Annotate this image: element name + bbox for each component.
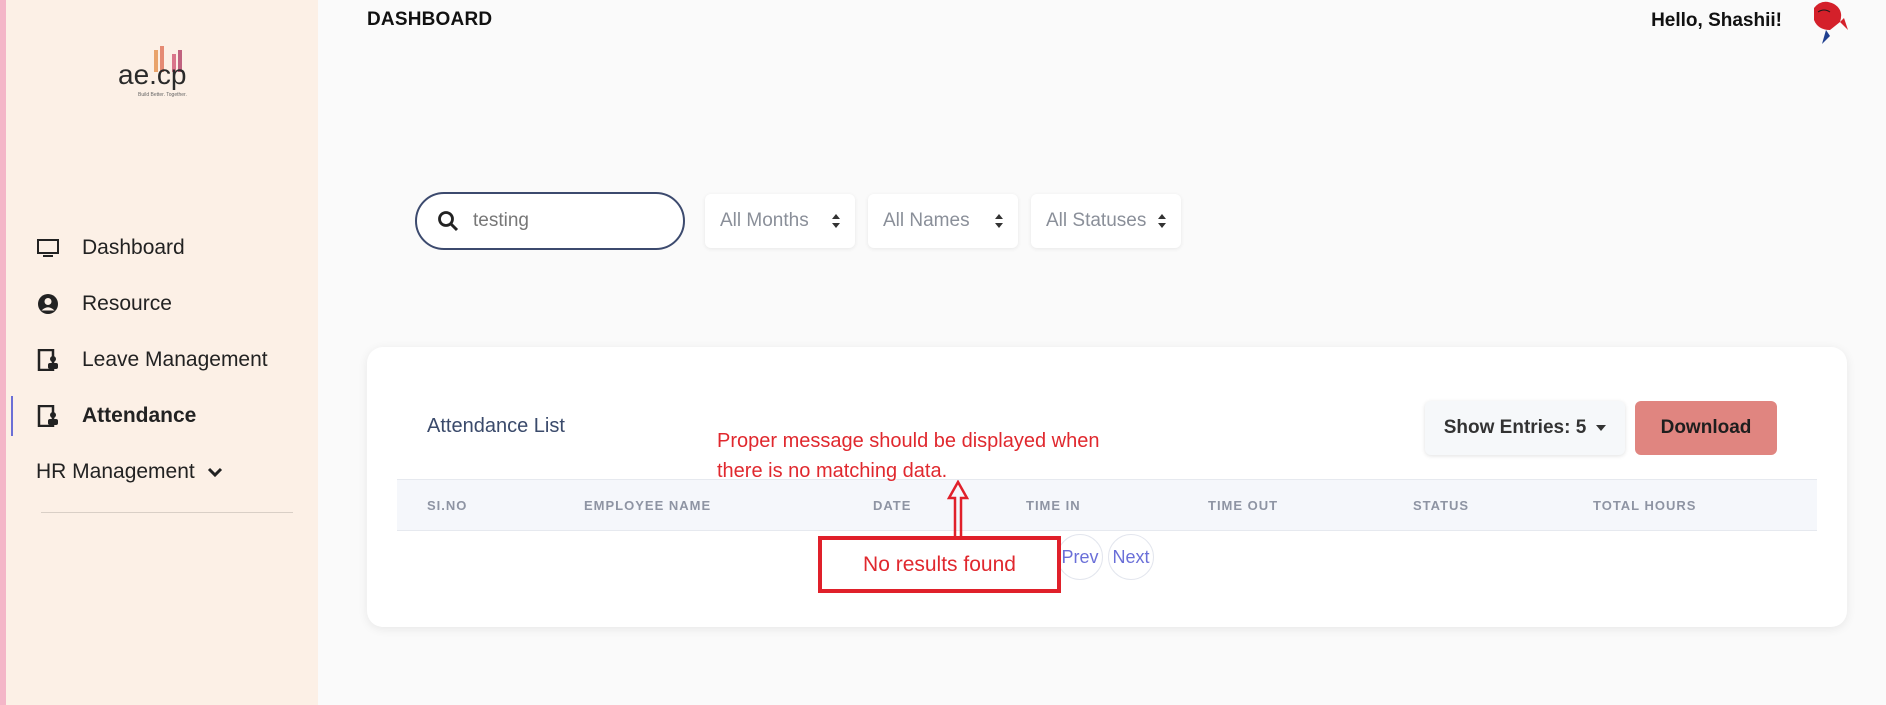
sidebar-item-hr-management[interactable]: HR Management xyxy=(36,444,296,500)
annotation-note: Proper message should be displayed when … xyxy=(717,430,1100,482)
arrow-up-icon xyxy=(947,480,969,540)
statuses-select-value: All Statuses xyxy=(1046,210,1147,231)
statuses-select[interactable]: All Statuses xyxy=(1031,194,1181,248)
sort-updown-icon xyxy=(994,213,1004,229)
sidebar: ae.cp Build Better. Together. Dashboard … xyxy=(0,0,318,705)
user-greeting: Hello, Shashii! xyxy=(1651,10,1782,31)
sidebar-item-leave-management[interactable]: Leave Management xyxy=(36,332,296,388)
svg-text:ae.cp: ae.cp xyxy=(118,59,187,90)
names-select-value: All Names xyxy=(883,210,970,231)
avatar[interactable] xyxy=(1800,0,1850,46)
months-select[interactable]: All Months xyxy=(705,194,855,248)
sort-updown-icon xyxy=(831,213,841,229)
column-header[interactable]: TIME IN xyxy=(1026,498,1081,513)
download-button[interactable]: Download xyxy=(1635,401,1777,455)
sidebar-item-resource[interactable]: Resource xyxy=(36,276,296,332)
sidebar-item-label: HR Management xyxy=(36,460,195,483)
search-box[interactable] xyxy=(415,192,685,250)
sidebar-item-attendance[interactable]: Attendance xyxy=(11,388,296,444)
svg-text:Build Better. Together.: Build Better. Together. xyxy=(138,92,187,98)
show-entries-button[interactable]: Show Entries: 5 xyxy=(1425,401,1625,455)
monitor-icon xyxy=(36,236,60,260)
next-page-button[interactable]: Next xyxy=(1108,534,1154,580)
clipboard-user-icon xyxy=(36,348,60,372)
chevron-down-icon xyxy=(207,466,223,478)
card-title: Attendance List xyxy=(427,415,565,437)
sidebar-nav: Dashboard Resource Leave Management Atte… xyxy=(11,220,296,500)
show-entries-label: Show Entries: 5 xyxy=(1443,417,1587,438)
sidebar-item-label: Dashboard xyxy=(82,236,185,259)
empty-results-message: No results found xyxy=(818,536,1061,593)
column-header[interactable]: TIME OUT xyxy=(1208,498,1278,513)
sidebar-item-label: Attendance xyxy=(82,404,197,427)
column-header[interactable]: TOTAL HOURS xyxy=(1593,498,1696,513)
page-title: DASHBOARD xyxy=(367,9,493,30)
clipboard-user-icon xyxy=(36,404,60,428)
sort-updown-icon xyxy=(1157,213,1167,229)
user-circle-icon xyxy=(36,292,60,316)
table-header: SI.NO EMPLOYEE NAME DATE TIME IN TIME OU… xyxy=(397,479,1817,531)
search-icon xyxy=(438,211,459,232)
attendance-card: Attendance List Show Entries: 5 Download… xyxy=(367,347,1847,627)
sidebar-item-label: Resource xyxy=(82,292,172,315)
column-header[interactable]: STATUS xyxy=(1413,498,1469,513)
prev-page-button[interactable]: Prev xyxy=(1057,534,1103,580)
company-logo: ae.cp Build Better. Together. xyxy=(118,46,187,98)
column-header[interactable]: EMPLOYEE NAME xyxy=(584,498,711,513)
sidebar-item-label: Leave Management xyxy=(82,348,268,371)
months-select-value: All Months xyxy=(720,210,809,231)
column-header[interactable]: DATE xyxy=(873,498,911,513)
column-header[interactable]: SI.NO xyxy=(427,498,467,513)
caret-down-icon xyxy=(1596,425,1607,431)
search-input[interactable] xyxy=(473,210,653,232)
names-select[interactable]: All Names xyxy=(868,194,1018,248)
sidebar-divider xyxy=(41,512,293,513)
sidebar-item-dashboard[interactable]: Dashboard xyxy=(36,220,296,276)
